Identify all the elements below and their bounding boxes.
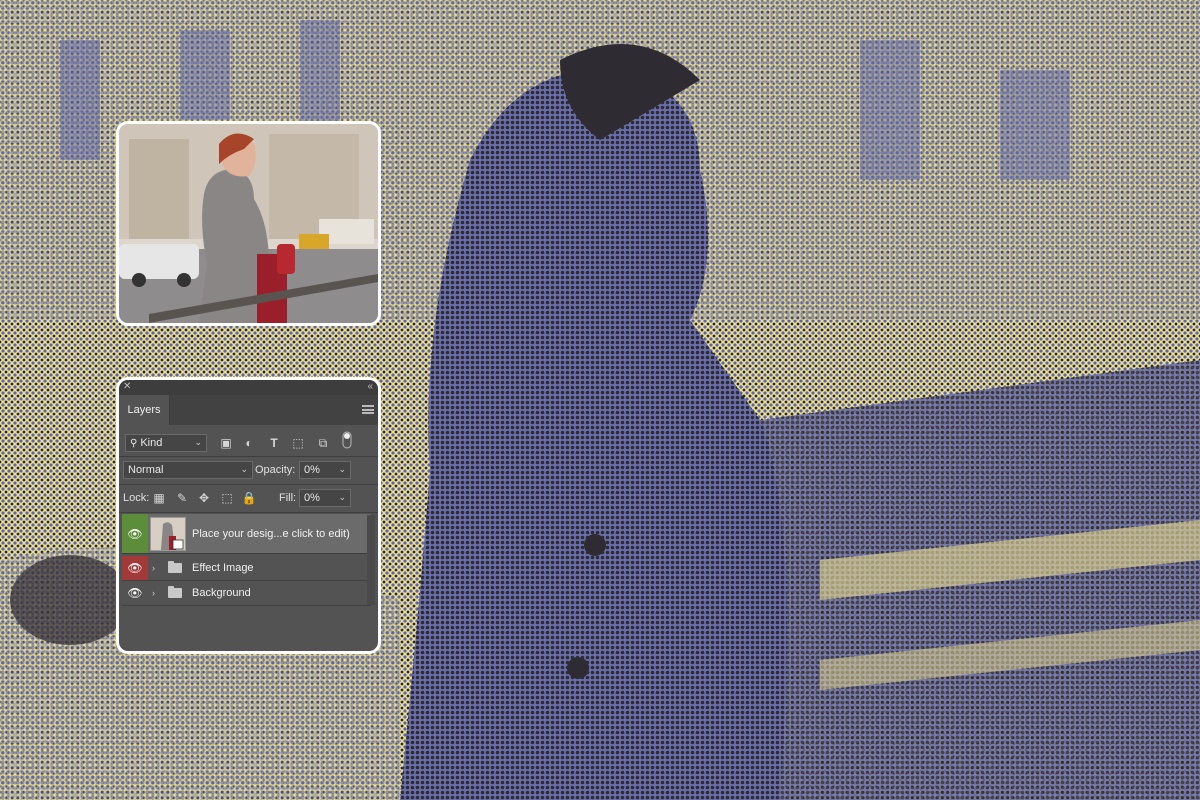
search-icon: ⚲ bbox=[130, 437, 138, 449]
blend-mode-value: Normal bbox=[128, 464, 164, 476]
filter-toggle-icon[interactable] bbox=[339, 431, 355, 449]
layer-row-effect-image[interactable]: 👁 › Effect Image bbox=[122, 556, 371, 581]
layer-name: Place your desig...e click to edit) bbox=[192, 527, 350, 540]
chevron-down-icon: ⌄ bbox=[240, 464, 248, 474]
filter-pixel-icon[interactable]: ▣ bbox=[218, 435, 234, 451]
divider bbox=[119, 456, 378, 457]
lock-image-pixels-icon[interactable]: ✎ bbox=[174, 490, 190, 506]
fill-field[interactable]: 0% ⌄ bbox=[299, 489, 351, 507]
folder-icon bbox=[168, 586, 182, 598]
tab-layers-label: Layers bbox=[127, 404, 161, 416]
chevron-down-icon: ⌄ bbox=[194, 437, 202, 447]
photo-woman-on-street bbox=[119, 124, 378, 323]
chevron-down-icon: ⌄ bbox=[338, 492, 346, 502]
layers-scrollbar[interactable] bbox=[367, 515, 375, 605]
filter-row: ⚲ Kind ⌄ ▣ ◐ T ⬚ ⧉ bbox=[119, 431, 378, 452]
eye-visibility-icon[interactable]: 👁 bbox=[122, 556, 148, 580]
eye-visibility-icon[interactable]: 👁 bbox=[122, 514, 148, 553]
layer-name: Effect Image bbox=[192, 562, 254, 574]
opacity-value: 0% bbox=[304, 464, 320, 476]
collapse-panel-icon[interactable]: « bbox=[367, 381, 373, 392]
opacity-label: Opacity: bbox=[255, 464, 296, 476]
divider bbox=[119, 512, 378, 513]
chevron-right-icon[interactable]: › bbox=[152, 563, 162, 573]
lock-row: Lock: ▦ ✎ ✥ ⬚ 🔒 Fill: 0% ⌄ bbox=[119, 488, 378, 508]
opacity-field[interactable]: 0% ⌄ bbox=[299, 461, 351, 479]
divider bbox=[119, 484, 378, 485]
chevron-right-icon[interactable]: › bbox=[152, 588, 162, 598]
filter-smart-object-icon[interactable]: ⧉ bbox=[315, 435, 331, 451]
filter-shape-icon[interactable]: ⬚ bbox=[290, 435, 306, 451]
layer-row-smart-object[interactable]: 👁 Place your desig...e click to edit) bbox=[122, 514, 371, 554]
folder-icon bbox=[168, 561, 182, 573]
lock-all-icon[interactable]: 🔒 bbox=[241, 490, 257, 506]
close-icon[interactable]: ✕ bbox=[123, 381, 131, 392]
panel-tab-row: Layers bbox=[119, 395, 378, 425]
blend-row: Normal ⌄ Opacity: 0% ⌄ bbox=[119, 460, 378, 480]
blend-mode-dropdown[interactable]: Normal ⌄ bbox=[123, 461, 253, 479]
filter-type-icon[interactable]: T bbox=[266, 435, 282, 451]
tab-layers[interactable]: Layers bbox=[119, 395, 170, 425]
lock-artboard-icon[interactable]: ⬚ bbox=[219, 490, 235, 506]
lock-transparent-pixels-icon[interactable]: ▦ bbox=[151, 490, 167, 506]
layer-row-background[interactable]: 👁 › Background bbox=[122, 581, 371, 606]
layers-panel: ✕ « Layers ⚲ Kind ⌄ ▣ ◐ T ⬚ ⧉ Normal ⌄ O… bbox=[116, 377, 381, 654]
lock-position-icon[interactable]: ✥ bbox=[196, 490, 212, 506]
panel-title-bar: ✕ « bbox=[119, 380, 378, 395]
filter-kind-dropdown[interactable]: ⚲ Kind ⌄ bbox=[125, 434, 207, 452]
fill-label: Fill: bbox=[279, 492, 297, 504]
chevron-down-icon: ⌄ bbox=[338, 464, 346, 474]
fill-value: 0% bbox=[304, 492, 320, 504]
layer-thumbnail bbox=[150, 516, 186, 551]
filter-adjustment-icon[interactable]: ◐ bbox=[241, 435, 257, 451]
eye-visibility-icon[interactable]: 👁 bbox=[122, 581, 148, 605]
layer-name: Background bbox=[192, 587, 251, 599]
filter-kind-label: Kind bbox=[140, 437, 163, 449]
panel-menu-icon[interactable] bbox=[362, 405, 374, 414]
original-photo-preview bbox=[116, 121, 381, 326]
lock-label: Lock: bbox=[123, 492, 150, 504]
